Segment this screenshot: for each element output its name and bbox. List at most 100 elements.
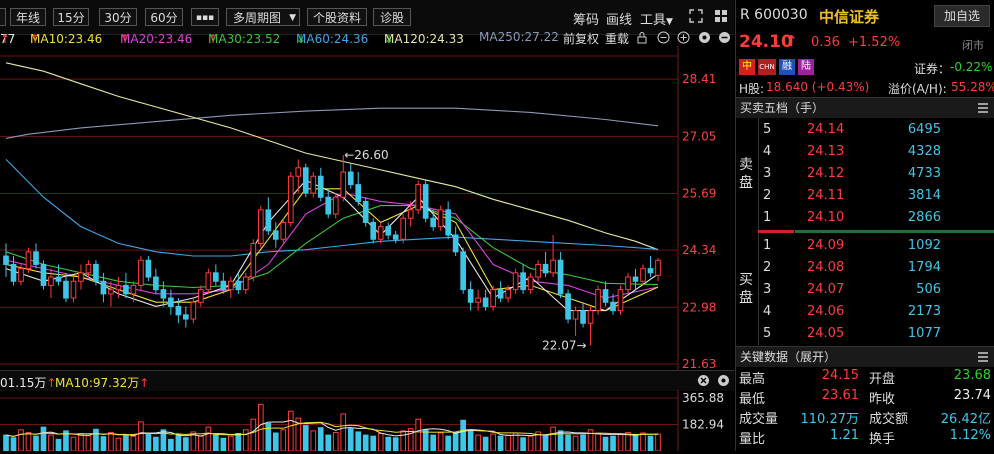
volume-bar[interactable] [602, 436, 609, 452]
candle[interactable] [520, 264, 526, 294]
candle[interactable] [460, 247, 466, 294]
volume-bar[interactable] [482, 436, 489, 452]
candle[interactable] [108, 281, 114, 307]
close-icon[interactable] [697, 374, 710, 390]
candle[interactable] [377, 222, 384, 244]
volume-bar[interactable] [332, 431, 339, 452]
candle[interactable] [445, 201, 451, 240]
candle[interactable] [580, 302, 586, 328]
orderbook-row[interactable]: 5 24.05 1077 [760, 323, 994, 345]
zoom-out-icon[interactable] [657, 31, 670, 47]
candle[interactable] [647, 256, 654, 278]
volume-bar[interactable] [445, 435, 451, 452]
candle[interactable] [542, 251, 549, 278]
volume-bar[interactable] [370, 435, 377, 452]
candle[interactable] [63, 272, 69, 303]
candle[interactable] [10, 256, 17, 286]
volume-bar[interactable] [407, 428, 414, 452]
volume-bar[interactable] [25, 431, 32, 452]
candle[interactable] [385, 222, 392, 240]
volume-bar[interactable] [655, 433, 661, 452]
volume-bar[interactable] [287, 410, 294, 452]
volume-bar[interactable] [377, 433, 384, 452]
candle[interactable] [392, 230, 399, 244]
volume-bar[interactable] [565, 434, 571, 452]
chips-button[interactable]: 筹码 [573, 9, 599, 28]
volume-bar[interactable] [460, 419, 466, 452]
draw-line-button[interactable]: 画线 [606, 9, 632, 28]
add-watchlist-button[interactable]: 加自选 [934, 5, 990, 27]
reload-button[interactable]: 重载 [605, 30, 629, 47]
volume-bar[interactable] [452, 431, 459, 452]
timeframe-15m-button[interactable]: 15分 [53, 8, 89, 26]
volume-bar[interactable] [250, 418, 257, 452]
candle[interactable] [355, 172, 362, 206]
volume-bar[interactable] [362, 434, 369, 452]
volume-bar[interactable] [33, 435, 39, 452]
candle[interactable] [467, 281, 474, 311]
volume-bar[interactable] [220, 437, 227, 452]
volume-bar[interactable] [392, 437, 399, 452]
candle[interactable] [625, 272, 631, 294]
volume-bar[interactable] [340, 413, 347, 452]
candle[interactable] [400, 214, 407, 244]
candle[interactable] [242, 272, 249, 294]
volume-bar[interactable] [317, 427, 324, 452]
volume-bar[interactable] [347, 428, 354, 452]
candle[interactable] [33, 243, 39, 269]
volume-bar[interactable] [55, 438, 62, 452]
volume-bar[interactable] [505, 434, 511, 452]
volume-bar[interactable] [325, 434, 332, 452]
volume-bar[interactable] [310, 430, 317, 452]
volume-bar[interactable] [235, 433, 242, 452]
timeframe-year-button[interactable]: 年线 [10, 8, 46, 26]
volume-bar[interactable] [78, 433, 84, 452]
candle[interactable] [587, 306, 594, 346]
volume-bar[interactable] [542, 434, 549, 452]
volume-bar[interactable] [93, 428, 99, 452]
volume-bar[interactable] [265, 422, 272, 452]
volume-bar[interactable] [70, 436, 77, 452]
candle[interactable] [332, 193, 339, 219]
timeframe-60m-button[interactable]: 60分 [145, 8, 183, 26]
orderbook-row[interactable]: 4 24.13 4328 [760, 141, 994, 163]
volume-bar[interactable] [385, 436, 392, 452]
volume-bar[interactable] [85, 435, 92, 452]
volume-bar[interactable] [138, 421, 144, 452]
volume-bar[interactable] [242, 429, 249, 452]
volume-bar[interactable] [355, 431, 362, 452]
key-data-header[interactable]: 关键数据（展开） [736, 346, 994, 367]
candle[interactable] [572, 306, 579, 336]
candle[interactable] [78, 264, 84, 290]
volume-bar[interactable] [550, 426, 556, 452]
volume-bar[interactable] [10, 437, 17, 452]
candle[interactable] [302, 163, 309, 198]
candle[interactable] [257, 205, 264, 248]
volume-bar[interactable] [595, 433, 601, 452]
adjust-mode-button[interactable]: 前复权 [563, 30, 599, 47]
candle[interactable] [490, 285, 496, 311]
volume-bar[interactable] [3, 434, 9, 452]
candle[interactable] [295, 159, 302, 194]
volume-bar[interactable] [257, 403, 264, 452]
candle[interactable] [422, 180, 429, 223]
settings-icon[interactable] [698, 31, 711, 47]
candle[interactable] [437, 205, 444, 231]
candle[interactable] [512, 268, 519, 294]
volume-bar[interactable] [610, 435, 616, 452]
volume-bar[interactable] [400, 430, 407, 452]
volume-bar[interactable] [520, 437, 526, 452]
zoom-in-icon[interactable] [677, 31, 690, 47]
volume-bar[interactable] [40, 426, 47, 452]
candle[interactable] [362, 197, 369, 227]
volume-bar[interactable] [115, 437, 122, 452]
candle[interactable] [310, 172, 317, 198]
candle[interactable] [632, 268, 639, 290]
volume-bar[interactable] [490, 433, 496, 452]
candle[interactable] [198, 285, 204, 307]
candle[interactable] [40, 260, 47, 290]
fullscreen-icon[interactable] [689, 9, 703, 27]
volume-bar[interactable] [497, 435, 504, 452]
kline-chart[interactable]: 28.41 27.05 25.69 24.34 22.98 21.63 ←26.60 22.0… [0, 46, 734, 371]
candle[interactable] [213, 264, 219, 286]
